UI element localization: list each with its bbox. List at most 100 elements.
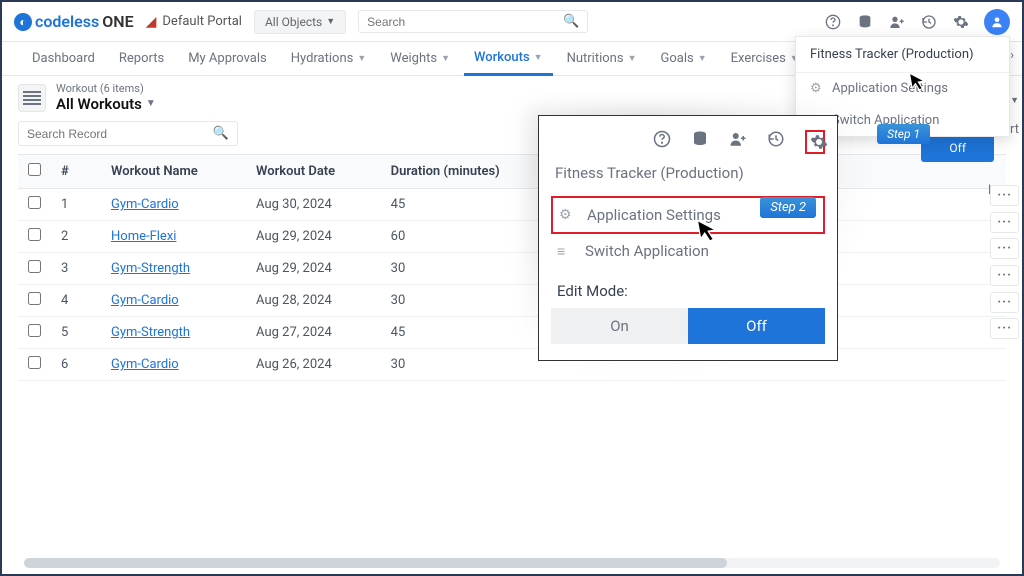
cell-workout-name: Gym-Cardio: [101, 285, 246, 317]
row-checkbox[interactable]: [28, 292, 41, 305]
logo[interactable]: ◐ codelessONE: [14, 12, 134, 31]
settings-gear-icon-highlighted[interactable]: [805, 130, 825, 154]
panel-icon-row: [551, 130, 825, 154]
object-filter[interactable]: All Objects ▼: [254, 10, 346, 34]
history-icon[interactable]: [920, 13, 938, 31]
cell-workout-date: Aug 30, 2024: [246, 189, 381, 221]
dropdown-title: Fitness Tracker (Production): [796, 37, 1009, 73]
row-actions-button[interactable]: ···: [990, 265, 1019, 286]
logo-mark-icon: ◐: [14, 13, 32, 31]
caret-down-icon: ▼: [628, 53, 637, 64]
cell-workout-name: Gym-Cardio: [101, 189, 246, 221]
tab-my-approvals[interactable]: My Approvals: [178, 42, 277, 76]
list-icon: ≡: [557, 243, 575, 260]
cell-index: 4: [51, 285, 101, 317]
row-checkbox[interactable]: [28, 260, 41, 273]
select-all-checkbox[interactable]: [28, 163, 41, 176]
row-checkbox[interactable]: [28, 228, 41, 241]
off-button[interactable]: Off: [921, 134, 994, 162]
page-title[interactable]: All Workouts ▼: [56, 95, 156, 113]
portal-icon: ◢: [146, 14, 157, 30]
magnified-callout: Fitness Tracker (Production) ⚙ Applicati…: [538, 115, 838, 361]
caret-down-icon: ▼: [357, 53, 366, 64]
search-record-input[interactable]: [27, 127, 213, 141]
database-icon[interactable]: [856, 13, 874, 31]
history-icon[interactable]: [767, 130, 787, 154]
add-user-icon[interactable]: [888, 13, 906, 31]
tab-dashboard[interactable]: Dashboard: [22, 42, 105, 76]
cell-workout-date: Aug 27, 2024: [246, 317, 381, 349]
cell-workout-date: Aug 26, 2024: [246, 349, 381, 381]
step-2-label: Step 2: [760, 197, 816, 218]
settings-gear-icon[interactable]: [952, 13, 970, 31]
search-record[interactable]: 🔍: [18, 121, 238, 146]
tab-workouts[interactable]: Workouts▼: [464, 42, 553, 76]
global-search-input[interactable]: [367, 15, 563, 29]
tab-hydrations[interactable]: Hydrations▼: [281, 42, 377, 76]
caret-down-icon: ▼: [326, 16, 335, 27]
help-icon[interactable]: [653, 130, 673, 154]
tab-weights[interactable]: Weights▼: [380, 42, 460, 76]
row-actions-button[interactable]: ···: [990, 238, 1019, 259]
row-actions-button[interactable]: ···: [990, 318, 1019, 339]
caret-down-icon: ▼: [534, 52, 543, 63]
portal-label: Default Portal: [162, 14, 242, 29]
cell-index: 2: [51, 221, 101, 253]
gears-icon: ⚙: [810, 81, 824, 96]
logo-text-codeless: codeless: [35, 12, 99, 31]
row-actions-button[interactable]: ···: [990, 185, 1019, 206]
cell-index: 1: [51, 189, 101, 221]
tab-goals[interactable]: Goals▼: [650, 42, 716, 76]
cell-index: 3: [51, 253, 101, 285]
workout-link[interactable]: Home-Flexi: [111, 229, 176, 244]
step-1-label: Step 1: [877, 124, 930, 144]
row-checkbox[interactable]: [28, 196, 41, 209]
row-actions-button[interactable]: ···: [990, 292, 1019, 313]
record-count: Workout (6 items): [56, 82, 156, 95]
tab-nutritions[interactable]: Nutritions▼: [557, 42, 647, 76]
search-icon: 🔍: [563, 14, 579, 29]
horizontal-scrollbar[interactable]: [24, 558, 1000, 568]
edit-mode-toggle[interactable]: On Off: [551, 308, 825, 344]
cursor-icon: [696, 215, 720, 244]
workout-link[interactable]: Gym-Cardio: [111, 197, 179, 212]
cell-workout-date: Aug 29, 2024: [246, 253, 381, 285]
toggle-on[interactable]: On: [551, 308, 688, 344]
cell-index: 6: [51, 349, 101, 381]
caret-down-icon: ▼: [146, 98, 156, 110]
help-icon[interactable]: [824, 13, 842, 31]
workout-link[interactable]: Gym-Cardio: [111, 293, 179, 308]
dropdown-item-app-settings[interactable]: ⚙ Application Settings: [796, 73, 1009, 104]
col-workout-name[interactable]: Workout Name: [101, 155, 246, 189]
caret-down-icon: ▼: [698, 53, 707, 64]
user-avatar[interactable]: [984, 9, 1010, 35]
select-all-header[interactable]: [18, 155, 51, 189]
portal-selector[interactable]: ◢ Default Portal: [146, 14, 242, 30]
dropdown-item-label: Application Settings: [832, 81, 948, 96]
cell-workout-date: Aug 29, 2024: [246, 221, 381, 253]
caret-down-icon: ▼: [441, 53, 450, 64]
row-actions-button[interactable]: ···: [990, 212, 1019, 233]
toggle-off[interactable]: Off: [688, 308, 825, 344]
database-icon[interactable]: [691, 130, 711, 154]
tab-reports[interactable]: Reports: [109, 42, 174, 76]
workout-link[interactable]: Gym-Strength: [111, 325, 190, 340]
col-index[interactable]: #: [51, 155, 101, 189]
list-view-icon: [18, 84, 46, 112]
row-checkbox[interactable]: [28, 324, 41, 337]
row-checkbox[interactable]: [28, 356, 41, 369]
search-icon: 🔍: [213, 126, 229, 141]
workout-link[interactable]: Gym-Cardio: [111, 357, 179, 372]
col-workout-date[interactable]: Workout Date: [246, 155, 381, 189]
panel-app-title: Fitness Tracker (Production): [555, 164, 825, 182]
scrollbar-thumb[interactable]: [24, 558, 727, 568]
chevron-right-icon[interactable]: ›: [1010, 48, 1014, 63]
settings-panel: Fitness Tracker (Production) ⚙ Applicati…: [538, 115, 838, 361]
top-icons: [824, 9, 1010, 35]
object-filter-label: All Objects: [265, 15, 322, 29]
workout-link[interactable]: Gym-Strength: [111, 261, 190, 276]
panel-item-switch-app[interactable]: ≡ Switch Application: [551, 234, 825, 268]
global-search[interactable]: 🔍: [358, 10, 588, 33]
add-user-icon[interactable]: [729, 130, 749, 154]
cell-workout-name: Home-Flexi: [101, 221, 246, 253]
